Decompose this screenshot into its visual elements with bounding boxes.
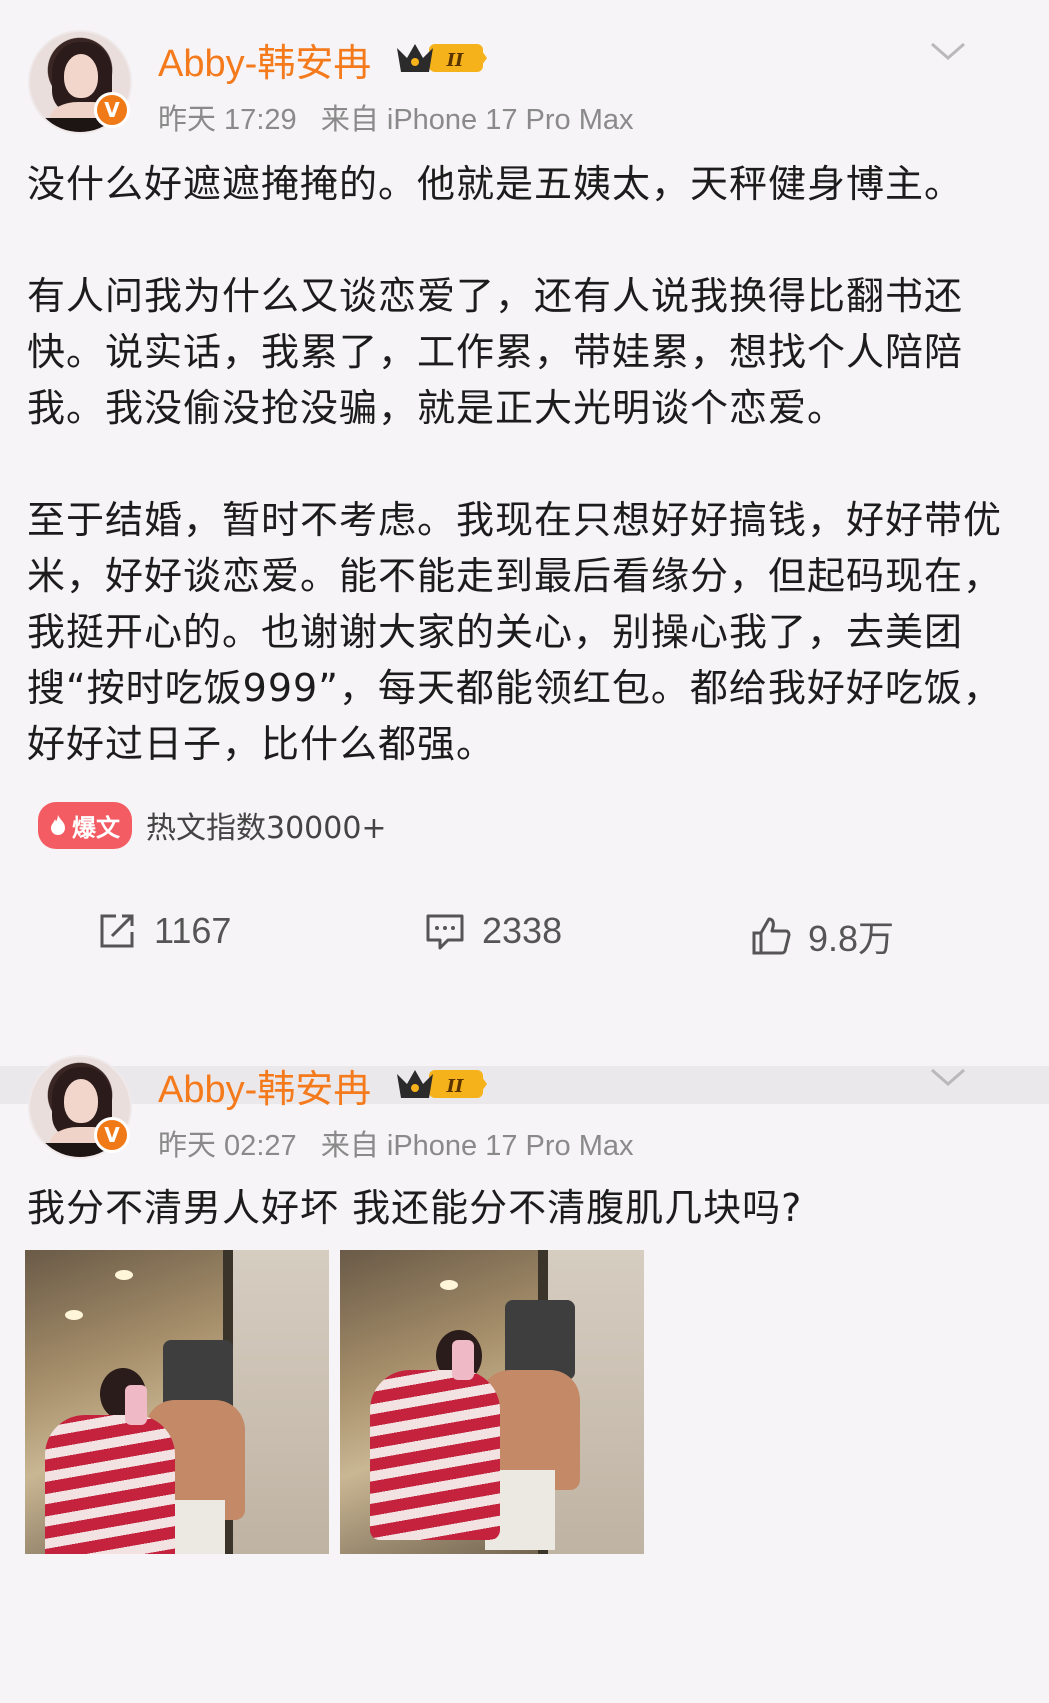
hot-badge-label: 爆文 [72, 813, 120, 842]
post-text: 我分不清男人好坏 我还能分不清腹肌几块吗? [27, 1186, 803, 1230]
post-source: 来自 iPhone 17 Pro Max [320, 104, 634, 136]
comment-icon [426, 914, 464, 950]
post-paragraph: 至于结婚，暂时不考虑。我现在只想好好搞钱，好好带优米，好好谈恋爱。能不能走到最后… [27, 498, 1003, 766]
svg-text:II: II [446, 1076, 464, 1097]
comment-count: 2338 [482, 910, 563, 951]
post-image-1[interactable] [25, 1250, 329, 1554]
post-time: 昨天 02:27 [158, 1130, 297, 1162]
post-meta: 昨天 17:29 来自 iPhone 17 Pro Max [158, 96, 634, 138]
post-paragraph: 没什么好遮遮掩掩的。他就是五姨太，天秤健身博主。 [27, 162, 964, 206]
username[interactable]: Abby-韩安冉 [158, 32, 371, 87]
post-time: 昨天 17:29 [158, 104, 297, 136]
action-bar: 1167 2338 9.8万 [0, 910, 1049, 970]
hot-badge: 爆文 [38, 801, 132, 849]
like-count: 9.8万 [808, 918, 895, 959]
post-paragraph: 有人问我为什么又谈恋爱了，还有人说我换得比翻书还快。说实话，我累了，工作累，带娃… [27, 274, 964, 430]
thumbs-up-icon [752, 917, 791, 955]
svg-text:II: II [446, 50, 464, 71]
username[interactable]: Abby-韩安冉 [158, 1058, 371, 1113]
crown-level-icon[interactable]: II [393, 38, 489, 78]
comment-button[interactable]: 2338 [424, 910, 562, 952]
repost-button[interactable]: 1167 [96, 910, 231, 952]
chevron-down-icon[interactable] [928, 40, 968, 64]
post-source: 来自 iPhone 17 Pro Max [320, 1130, 634, 1162]
like-button[interactable]: 9.8万 [750, 910, 894, 962]
weibo-post-1: V Abby-韩安冉 II 昨天 17:29 来自 iPhone 17 Pro … [0, 0, 1049, 1066]
post-meta: 昨天 02:27 来自 iPhone 17 Pro Max [158, 1122, 634, 1164]
verified-badge-icon: V [94, 1117, 130, 1153]
flame-icon [51, 815, 65, 835]
crown-level-icon[interactable]: II [393, 1064, 489, 1104]
hot-index: 热文指数30000+ [146, 811, 387, 846]
share-icon [100, 914, 134, 948]
verified-badge-icon: V [94, 92, 130, 128]
post-image-2[interactable] [340, 1250, 644, 1554]
hot-article-tag[interactable]: 爆文 热文指数30000+ [38, 800, 387, 850]
chevron-down-icon[interactable] [928, 1066, 968, 1090]
repost-count: 1167 [154, 910, 232, 951]
